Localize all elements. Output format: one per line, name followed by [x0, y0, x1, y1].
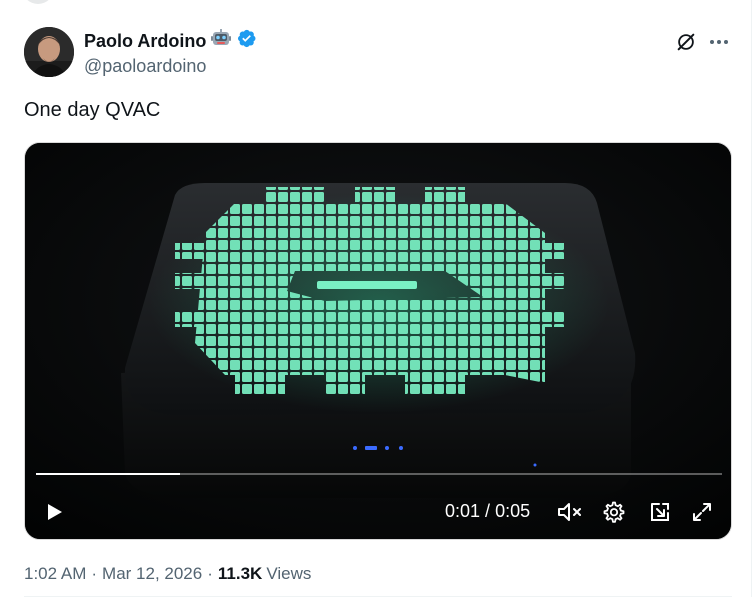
grok-icon[interactable]	[674, 30, 698, 54]
picture-in-picture-button[interactable]	[645, 495, 675, 529]
author-name-row[interactable]: Paolo Ardoino	[84, 28, 257, 54]
views-label: Views	[266, 564, 312, 583]
picture-in-picture-icon	[651, 503, 669, 521]
video-duration: 0:05	[495, 501, 531, 521]
avatar-photo	[24, 27, 74, 77]
more-options-icon[interactable]	[706, 30, 732, 54]
video-time-separator: /	[485, 501, 491, 521]
author-handle[interactable]: @paoloardoino	[84, 56, 206, 77]
meta-separator: ·	[91, 564, 98, 583]
video-progress-fill	[36, 473, 181, 475]
previous-post-avatar	[22, 0, 54, 4]
settings-gear-icon	[603, 501, 625, 523]
fullscreen-icon	[693, 503, 711, 521]
fullscreen-button[interactable]	[687, 495, 717, 529]
video-frame	[25, 143, 731, 539]
volume-muted-icon	[558, 503, 581, 521]
video-progress-bar[interactable]	[36, 473, 722, 475]
post-text: One day QVAC	[24, 99, 161, 121]
post-date[interactable]: Mar 12, 2026	[102, 564, 202, 584]
video-current-time: 0:01	[445, 501, 481, 521]
views-count[interactable]: 11.3K	[218, 564, 262, 584]
play-button[interactable]	[39, 495, 69, 529]
settings-button[interactable]	[599, 495, 629, 529]
avatar[interactable]	[24, 27, 74, 77]
video-time: 0:01 / 0:05	[445, 501, 530, 522]
mute-button[interactable]	[553, 495, 587, 529]
post-meta: 1:02 AM · Mar 12, 2026 · 11.3K Views	[24, 564, 311, 584]
robot-emoji-icon	[210, 28, 232, 54]
video-player[interactable]: 0:01 / 0:05	[24, 142, 732, 540]
meta-separator: ·	[207, 564, 213, 583]
author-name[interactable]: Paolo Ardoino	[84, 31, 206, 52]
verified-badge-icon[interactable]	[236, 28, 257, 54]
post-time[interactable]: 1:02 AM	[24, 564, 86, 584]
play-icon	[48, 504, 62, 520]
